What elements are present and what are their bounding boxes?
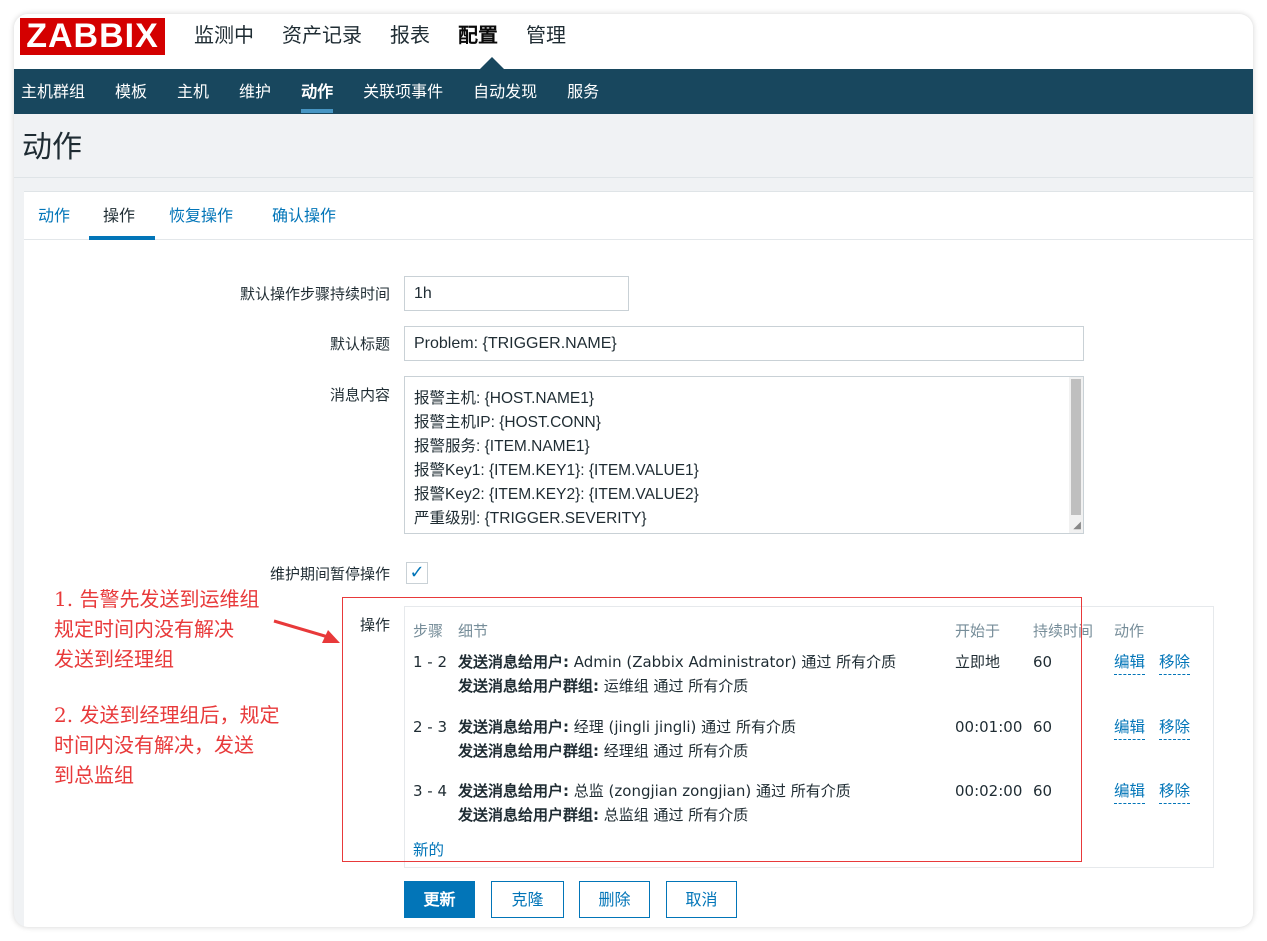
step-duration-label: 默认操作步骤持续时间 [239, 285, 390, 303]
top-header: ZABBIX 监测中 资产记录 报表 配置 管理 [14, 14, 1253, 69]
annotation-line: 到总监组 [54, 763, 134, 787]
annotation-arrow-icon [273, 619, 340, 643]
sub-nav-host-groups[interactable]: 主机群组 [21, 69, 85, 114]
annotation-line: 2. 发送到经理组后，规定 [54, 703, 280, 727]
tab-recovery-operations[interactable]: 恢复操作 [169, 205, 233, 227]
sub-nav-event-correlation[interactable]: 关联项事件 [363, 69, 443, 114]
form-tabs: 动作 操作 恢复操作 确认操作 [24, 192, 1253, 240]
edit-link[interactable]: 编辑 [1114, 715, 1146, 740]
remove-link[interactable]: 移除 [1159, 650, 1191, 675]
message-label: 消息内容 [329, 386, 390, 404]
message-line: 严重级别: {TRIGGER.SEVERITY} [414, 510, 647, 527]
sub-nav-actions[interactable]: 动作 [301, 69, 334, 114]
zabbix-logo[interactable]: ZABBIX [20, 18, 165, 55]
main-nav-configuration[interactable]: 配置 [458, 22, 498, 48]
sub-nav-maintenance[interactable]: 维护 [239, 69, 271, 114]
default-subject-input[interactable]: Problem: {TRIGGER.NAME} [404, 326, 1084, 361]
message-line: 报警服务: {ITEM.NAME1} [414, 438, 590, 455]
step-duration-input[interactable]: 1h [404, 276, 629, 311]
delete-button[interactable]: 删除 [579, 881, 650, 918]
message-line: 报警主机: {HOST.NAME1} [414, 390, 595, 407]
main-nav-monitoring[interactable]: 监测中 [194, 22, 254, 48]
update-button[interactable]: 更新 [404, 881, 475, 918]
active-nav-caret-icon [480, 57, 504, 69]
page-title: 动作 [22, 130, 82, 165]
checkmark-icon: ✓ [409, 562, 425, 583]
pause-maintenance-label: 维护期间暂停操作 [269, 565, 390, 583]
message-textarea[interactable]: 报警主机: {HOST.NAME1} 报警主机IP: {HOST.CONN} 报… [404, 376, 1084, 534]
main-nav-inventory[interactable]: 资产记录 [282, 22, 362, 48]
annotation-highlight-box [342, 597, 1082, 862]
col-action: 动作 [1114, 622, 1145, 640]
annotation-line: 1. 告警先发送到运维组 [54, 587, 260, 611]
annotation-line: 发送到经理组 [54, 647, 174, 671]
sub-nav-hosts[interactable]: 主机 [177, 69, 209, 114]
remove-link[interactable]: 移除 [1159, 779, 1191, 804]
tab-acknowledge-operations[interactable]: 确认操作 [272, 205, 336, 227]
sub-nav-services[interactable]: 服务 [567, 69, 599, 114]
cancel-button[interactable]: 取消 [666, 881, 737, 918]
tab-operations[interactable]: 操作 [103, 205, 135, 227]
app-window: ZABBIX 监测中 资产记录 报表 配置 管理 主机群组 模板 主机 维护 动… [14, 14, 1253, 927]
main-nav-reports[interactable]: 报表 [390, 22, 430, 48]
edit-link[interactable]: 编辑 [1114, 650, 1146, 675]
pause-maintenance-checkbox[interactable]: ✓ [406, 562, 428, 584]
textarea-scroll-thumb[interactable] [1071, 379, 1081, 515]
title-divider [14, 177, 1253, 178]
textarea-scrollbar[interactable] [1069, 377, 1083, 533]
clone-button[interactable]: 克隆 [491, 881, 564, 918]
sub-nav-templates[interactable]: 模板 [115, 69, 147, 114]
remove-link[interactable]: 移除 [1159, 715, 1191, 740]
sub-nav: 主机群组 模板 主机 维护 动作 关联项事件 自动发现 服务 [14, 69, 1253, 114]
default-subject-label: 默认标题 [329, 335, 390, 353]
main-nav-administration[interactable]: 管理 [526, 22, 566, 48]
resize-grip-icon[interactable]: ◢ [1073, 521, 1081, 531]
sub-nav-discovery[interactable]: 自动发现 [473, 69, 537, 114]
action-form-panel: 动作 操作 恢复操作 确认操作 默认操作步骤持续时间 1h 默认标题 Probl… [24, 191, 1253, 927]
message-line: 报警主机IP: {HOST.CONN} [414, 414, 601, 431]
active-tab-indicator [89, 236, 155, 240]
annotation-line: 时间内没有解决，发送 [54, 733, 254, 757]
edit-link[interactable]: 编辑 [1114, 779, 1146, 804]
message-line: 报警Key1: {ITEM.KEY1}: {ITEM.VALUE1} [414, 462, 699, 479]
main-nav: 监测中 资产记录 报表 配置 管理 [194, 22, 594, 48]
annotation-line: 规定时间内没有解决 [54, 617, 234, 641]
tab-action[interactable]: 动作 [38, 205, 70, 227]
message-line: 报警Key2: {ITEM.KEY2}: {ITEM.VALUE2} [414, 486, 699, 503]
